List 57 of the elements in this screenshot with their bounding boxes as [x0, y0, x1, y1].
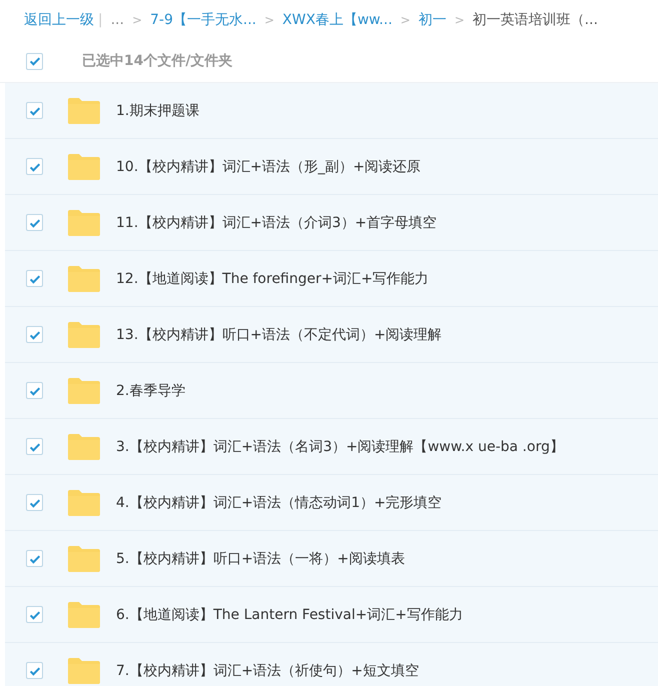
separator-icon: > [132, 13, 142, 27]
checkbox[interactable] [26, 662, 43, 679]
file-row[interactable]: 6.【地道阅读】The Lantern Festival+词汇+写作能力 [5, 587, 658, 643]
file-name[interactable]: 3.【校内精讲】词汇+语法（名词3）+阅读理解【www.x ue-ba .org】 [116, 438, 564, 456]
folder-icon [67, 208, 101, 236]
checkbox[interactable] [26, 382, 43, 399]
checkbox[interactable] [26, 606, 43, 623]
file-row[interactable]: 7.【校内精讲】词汇+语法（祈使句）+短文填空 [5, 643, 658, 686]
checkbox[interactable] [26, 52, 43, 70]
folder-icon [67, 320, 101, 348]
breadcrumb-link[interactable]: 7-9【一手无水... [150, 11, 256, 29]
file-row[interactable]: 10.【校内精讲】词汇+语法（形_副）+阅读还原 [5, 139, 658, 195]
file-row[interactable]: 12.【地道阅读】The forefinger+词汇+写作能力 [5, 251, 658, 307]
folder-icon [67, 544, 101, 572]
file-row[interactable]: 2.春季导学 [5, 363, 658, 419]
selection-count: 已选中14个文件/文件夹 [82, 52, 233, 70]
checkbox[interactable] [26, 158, 43, 175]
checkbox[interactable] [26, 326, 43, 343]
file-name[interactable]: 5.【校内精讲】听口+语法（一将）+阅读填表 [116, 550, 405, 568]
file-row[interactable]: 11.【校内精讲】词汇+语法（介词3）+首字母填空 [5, 195, 658, 251]
checkbox[interactable] [26, 214, 43, 231]
divider-mark: | [98, 12, 103, 28]
breadcrumb-link[interactable]: 返回上一级 [24, 11, 94, 29]
ellipsis-text: ... [110, 12, 124, 28]
checkbox[interactable] [26, 438, 43, 455]
folder-icon [67, 96, 101, 124]
current-folder: 初一英语培训班（... [472, 11, 598, 29]
separator-icon: > [400, 13, 410, 27]
file-row[interactable]: 5.【校内精讲】听口+语法（一将）+阅读填表 [5, 531, 658, 587]
file-name[interactable]: 6.【地道阅读】The Lantern Festival+词汇+写作能力 [116, 606, 463, 624]
file-name[interactable]: 4.【校内精讲】词汇+语法（情态动词1）+完形填空 [116, 494, 442, 512]
file-name[interactable]: 11.【校内精讲】词汇+语法（介词3）+首字母填空 [116, 214, 437, 232]
separator-icon: > [454, 13, 465, 27]
file-row[interactable]: 3.【校内精讲】词汇+语法（名词3）+阅读理解【www.x ue-ba .org】 [5, 419, 658, 475]
file-name[interactable]: 10.【校内精讲】词汇+语法（形_副）+阅读还原 [116, 158, 421, 176]
file-name[interactable]: 12.【地道阅读】The forefinger+词汇+写作能力 [116, 270, 429, 288]
file-row[interactable]: 13.【校内精讲】听口+语法（不定代词）+阅读理解 [5, 307, 658, 363]
folder-icon [67, 656, 101, 684]
checkbox[interactable] [26, 550, 43, 567]
file-name[interactable]: 7.【校内精讲】词汇+语法（祈使句）+短文填空 [116, 662, 419, 680]
folder-icon [67, 488, 101, 516]
breadcrumb-link[interactable]: XWX春上【ww... [282, 11, 392, 29]
folder-icon [67, 264, 101, 292]
file-row[interactable]: 4.【校内精讲】词汇+语法（情态动词1）+完形填空 [5, 475, 658, 531]
folder-icon [67, 376, 101, 404]
file-name[interactable]: 1.期末押题课 [116, 102, 200, 120]
file-name[interactable]: 2.春季导学 [116, 382, 186, 400]
checkbox[interactable] [26, 102, 43, 119]
file-name[interactable]: 13.【校内精讲】听口+语法（不定代词）+阅读理解 [116, 326, 442, 344]
file-row[interactable]: 1.期末押题课 [5, 83, 658, 139]
checkbox[interactable] [26, 270, 43, 287]
separator-icon: > [264, 13, 274, 27]
checkbox[interactable] [26, 494, 43, 511]
folder-icon [67, 432, 101, 460]
folder-icon [67, 152, 101, 180]
folder-icon [67, 600, 101, 628]
breadcrumb-link[interactable]: 初一 [418, 11, 446, 29]
